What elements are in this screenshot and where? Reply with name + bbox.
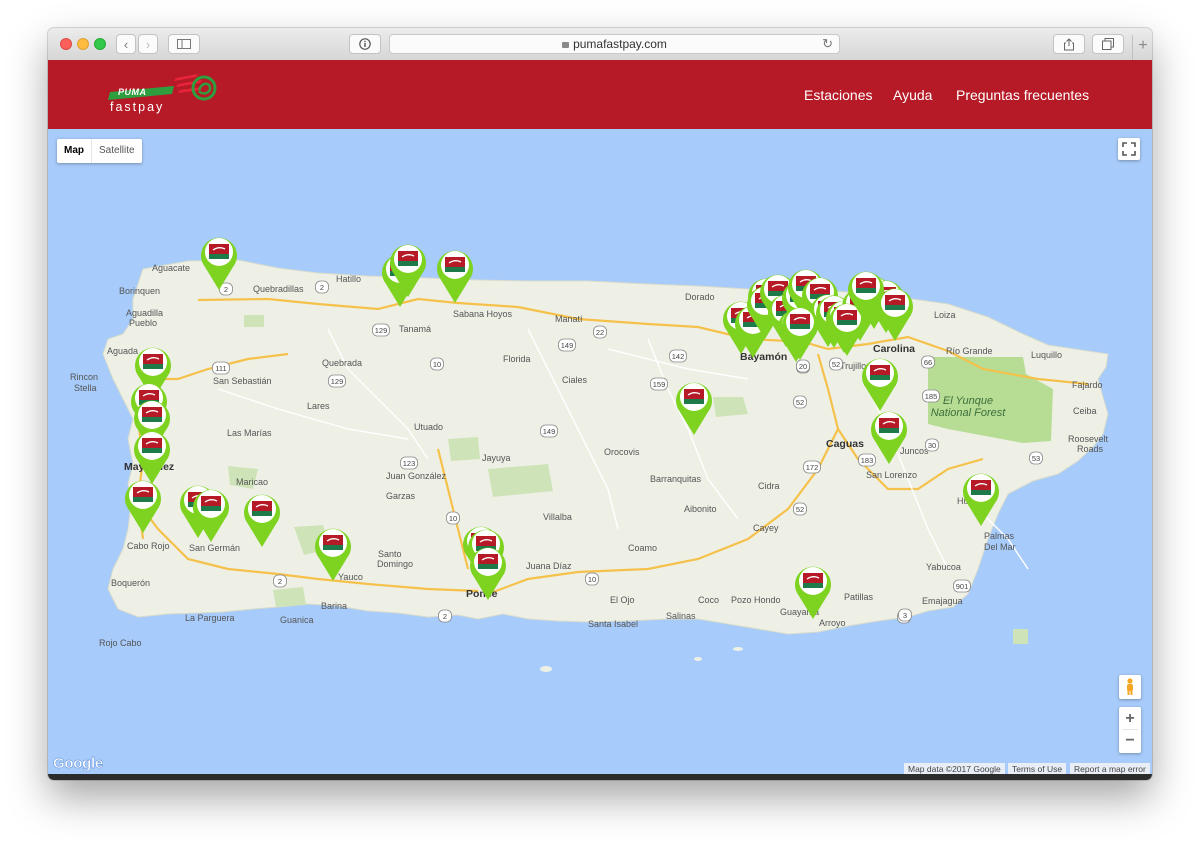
site-header: PUMA fastpay Estaciones Ayuda Preguntas … bbox=[48, 60, 1152, 129]
lock-icon bbox=[562, 42, 570, 48]
chevron-right-icon: › bbox=[145, 36, 151, 52]
fullscreen-button[interactable] bbox=[1118, 138, 1140, 160]
map-attribution: Map data ©2017 Google bbox=[904, 763, 1005, 774]
station-marker[interactable] bbox=[794, 562, 832, 620]
zoom-out-button[interactable]: − bbox=[1125, 730, 1134, 752]
reload-icon[interactable]: ↻ bbox=[822, 36, 833, 52]
station-markers-layer bbox=[48, 129, 1152, 774]
maximize-window-button[interactable] bbox=[94, 38, 106, 50]
sidebar-icon bbox=[177, 39, 191, 49]
tabs-overview-button[interactable] bbox=[1092, 34, 1124, 54]
minimize-window-button[interactable] bbox=[77, 38, 89, 50]
forward-button[interactable]: › bbox=[138, 34, 158, 54]
window-bottom-edge bbox=[48, 774, 1152, 780]
fullscreen-icon bbox=[1122, 142, 1136, 156]
station-marker[interactable] bbox=[962, 469, 1000, 527]
map-type-map-button[interactable]: Map bbox=[57, 139, 92, 163]
back-button[interactable]: ‹ bbox=[116, 34, 136, 54]
logo-word-top: PUMA bbox=[118, 87, 147, 97]
address-bar[interactable]: pumafastpay.com ↻ bbox=[389, 34, 840, 54]
station-marker[interactable] bbox=[870, 407, 908, 465]
map-canvas[interactable]: Aguacate Borinquen Aguadilla Pueblo Agua… bbox=[48, 129, 1152, 774]
nav-ayuda[interactable]: Ayuda bbox=[893, 87, 932, 103]
google-logo-text: Google bbox=[53, 755, 104, 772]
station-marker[interactable] bbox=[200, 233, 238, 291]
chevron-left-icon: ‹ bbox=[123, 36, 129, 52]
station-marker[interactable] bbox=[192, 485, 230, 543]
info-icon bbox=[359, 38, 371, 50]
share-icon bbox=[1064, 37, 1074, 50]
street-view-pegman-button[interactable] bbox=[1119, 675, 1141, 699]
nav-preguntas-frecuentes[interactable]: Preguntas frecuentes bbox=[956, 87, 1089, 103]
station-marker[interactable] bbox=[389, 240, 427, 298]
map-type-control: Map Satellite bbox=[57, 139, 142, 163]
fastpay-logo[interactable]: PUMA fastpay bbox=[106, 70, 226, 120]
station-marker[interactable] bbox=[243, 490, 281, 548]
url-text: pumafastpay.com bbox=[573, 37, 667, 51]
station-marker[interactable] bbox=[124, 476, 162, 534]
browser-window: ‹ › pumafastpay.com ↻ + PUMA fastpay Est… bbox=[48, 28, 1152, 780]
station-marker[interactable] bbox=[314, 524, 352, 582]
report-map-error-link[interactable]: Report a map error bbox=[1070, 763, 1150, 774]
share-button[interactable] bbox=[1053, 34, 1085, 54]
nav-estaciones[interactable]: Estaciones bbox=[804, 87, 872, 103]
station-marker[interactable] bbox=[781, 303, 819, 361]
close-window-button[interactable] bbox=[60, 38, 72, 50]
sidebar-toggle-button[interactable] bbox=[168, 34, 200, 54]
station-marker[interactable] bbox=[847, 267, 885, 325]
reader-info-button[interactable] bbox=[349, 34, 381, 54]
new-tab-button[interactable]: + bbox=[1132, 35, 1152, 60]
station-marker[interactable] bbox=[469, 543, 507, 601]
station-marker[interactable] bbox=[861, 354, 899, 412]
logo-word-bottom: fastpay bbox=[110, 100, 165, 114]
station-marker[interactable] bbox=[436, 246, 474, 304]
google-logo[interactable]: Google bbox=[53, 755, 104, 772]
map-type-satellite-button[interactable]: Satellite bbox=[92, 139, 142, 163]
browser-titlebar: ‹ › pumafastpay.com ↻ + bbox=[48, 28, 1152, 61]
terms-of-use-link[interactable]: Terms of Use bbox=[1008, 763, 1067, 774]
zoom-control: + − bbox=[1119, 707, 1141, 753]
zoom-in-button[interactable]: + bbox=[1125, 709, 1134, 729]
station-marker[interactable] bbox=[675, 378, 713, 436]
tabs-icon bbox=[1102, 38, 1114, 50]
pegman-icon bbox=[1127, 678, 1133, 695]
